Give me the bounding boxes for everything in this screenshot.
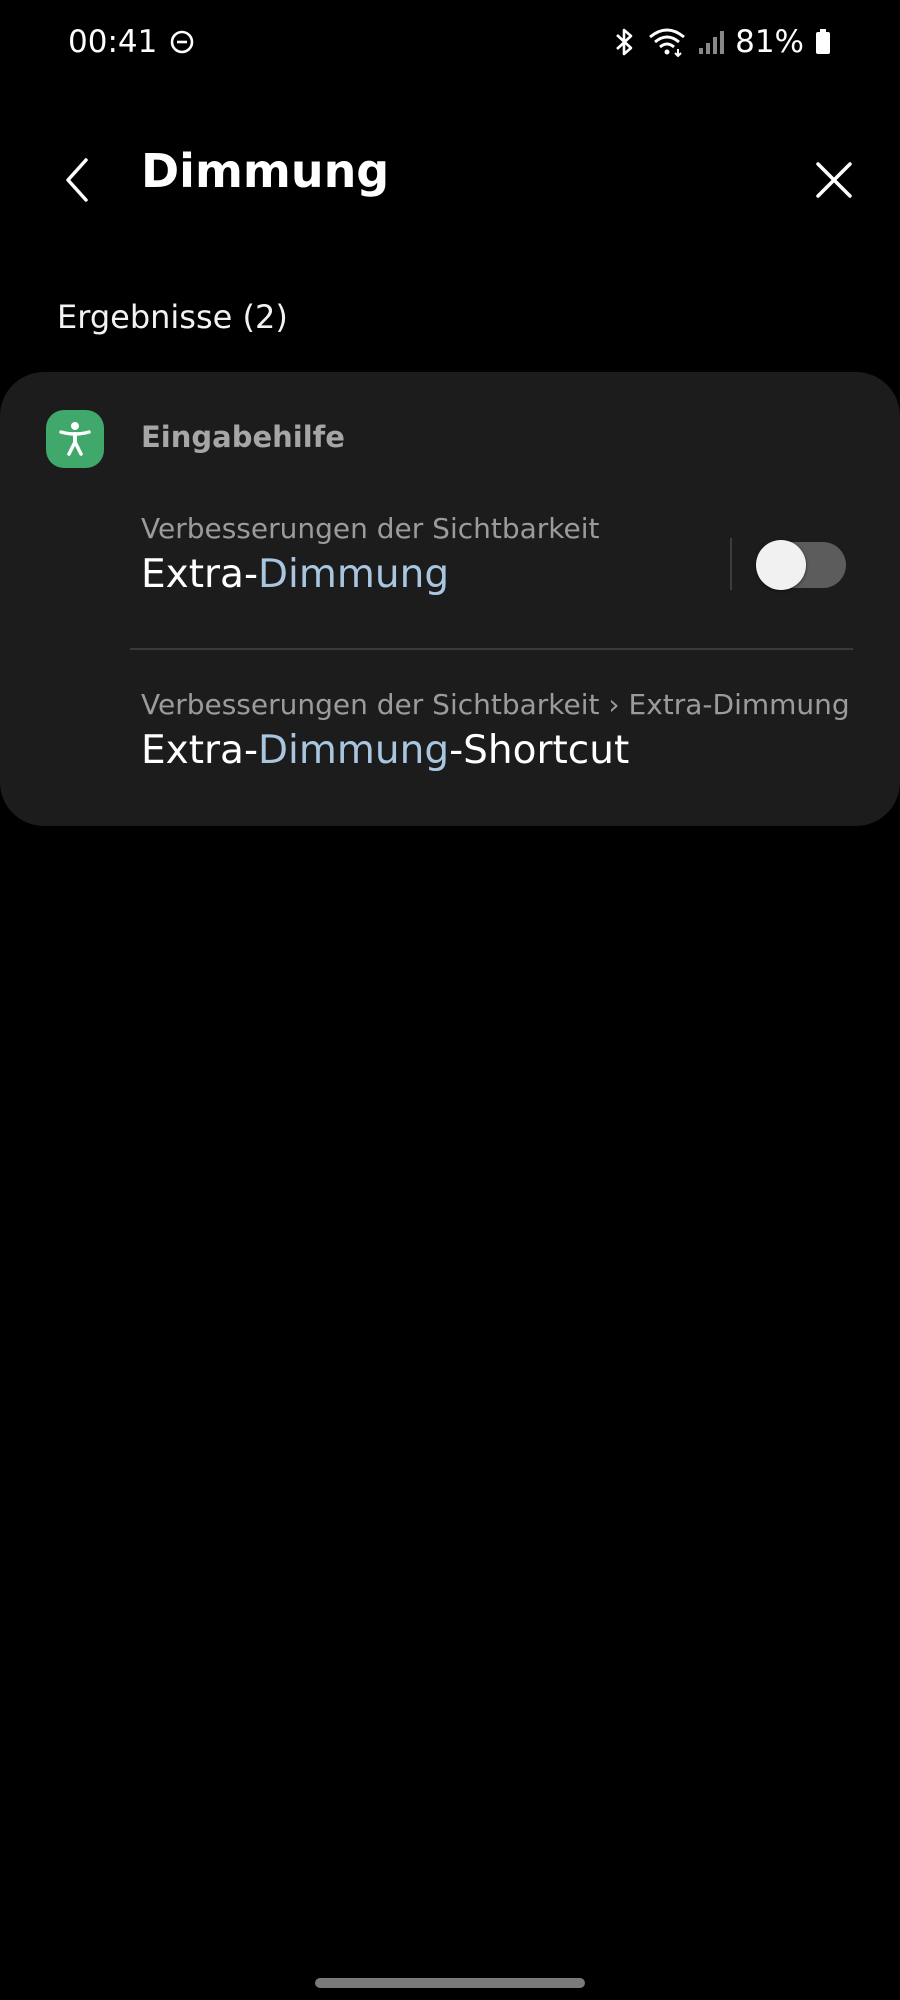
result-title-highlight: Dimmung <box>258 728 450 773</box>
close-button[interactable] <box>804 150 864 210</box>
search-query[interactable]: Dimmung <box>141 144 389 198</box>
results-card: Eingabehilfe Verbesserungen der Sichtbar… <box>0 372 900 826</box>
toggle-separator <box>730 538 732 590</box>
status-right: 81% <box>611 24 832 60</box>
wifi-icon <box>647 27 687 57</box>
result-breadcrumb: Verbesserungen der Sichtbarkeit <box>141 512 600 545</box>
result-divider <box>130 648 853 650</box>
result-title: Extra-Dimmung <box>141 552 450 597</box>
extra-dimmung-toggle[interactable] <box>756 540 846 590</box>
close-icon <box>816 162 852 198</box>
back-arrow-icon <box>66 158 88 202</box>
status-left: 00:41 <box>68 24 195 60</box>
result-item-extra-dimmung-shortcut[interactable]: Verbesserungen der Sichtbarkeit › Extra-… <box>0 688 900 798</box>
battery-icon <box>814 27 832 57</box>
dnd-icon <box>169 29 195 55</box>
status-time: 00:41 <box>68 24 158 60</box>
result-breadcrumb: Verbesserungen der Sichtbarkeit › Extra-… <box>141 688 850 721</box>
home-indicator[interactable] <box>315 1978 585 1988</box>
battery-percent: 81% <box>735 24 804 60</box>
toggle-knob <box>756 540 806 590</box>
search-app-bar: Dimmung <box>0 130 900 230</box>
signal-icon <box>697 28 725 56</box>
back-button[interactable] <box>48 150 108 210</box>
status-bar: 00:41 81% <box>0 0 900 84</box>
result-title-highlight: Dimmung <box>258 552 450 597</box>
results-header: Ergebnisse (2) <box>57 298 288 336</box>
accessibility-icon <box>46 410 104 468</box>
result-title: Extra-Dimmung-Shortcut <box>141 728 630 773</box>
bluetooth-icon <box>611 27 637 57</box>
category-label: Eingabehilfe <box>141 420 345 454</box>
